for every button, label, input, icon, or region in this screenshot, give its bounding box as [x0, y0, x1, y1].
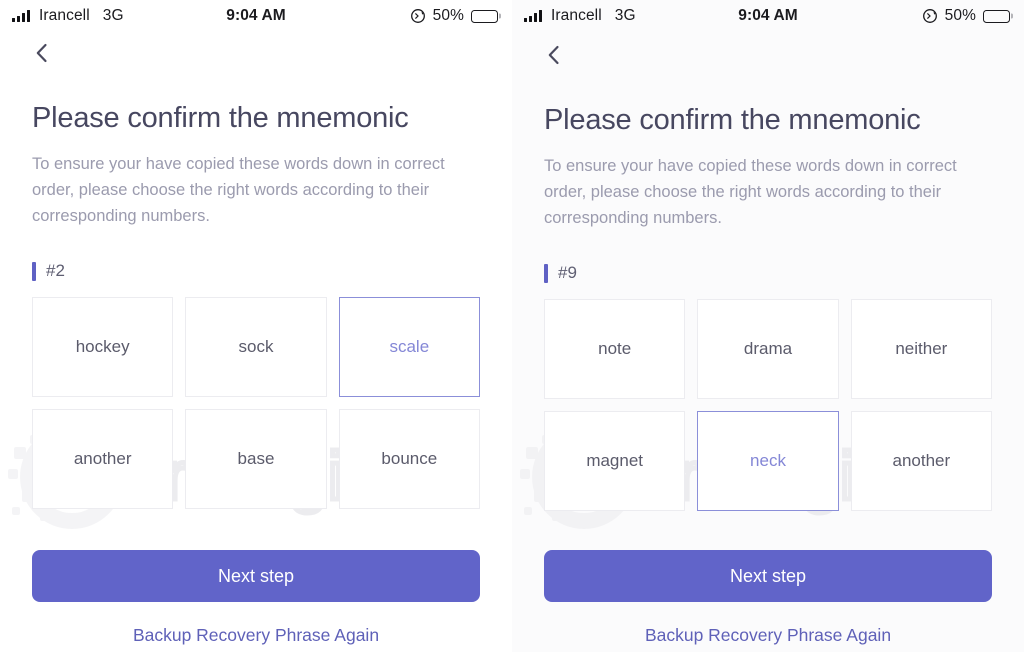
status-bar-right: 50% — [922, 7, 1010, 25]
phone-screen-left: Irancell 3G 9:04 AM 50% Please confirm t… — [0, 0, 512, 652]
battery-icon — [983, 9, 1010, 23]
word-tile[interactable]: drama — [697, 299, 839, 399]
status-bar-left: Irancell 3G — [524, 7, 636, 25]
word-tile[interactable]: bounce — [338, 409, 480, 509]
page-description: To ensure your have copied these words d… — [32, 155, 445, 225]
word-tile-selected[interactable]: scale — [338, 297, 480, 397]
word-tile-label: hockey — [75, 337, 130, 356]
word-choice-grid: note drama neither magnet neck another — [544, 299, 992, 511]
carrier-label: Irancell — [39, 7, 90, 24]
battery-percent-label: 50% — [432, 7, 464, 24]
word-index-label: #9 — [558, 263, 577, 282]
back-button[interactable] — [28, 40, 54, 66]
network-type-label: 3G — [102, 7, 124, 24]
word-choice-grid: hockey sock scale another base bounce — [32, 297, 480, 509]
word-tile[interactable]: note — [544, 299, 686, 399]
word-tile[interactable]: hockey — [32, 297, 174, 397]
word-tile[interactable]: magnet — [544, 411, 686, 511]
carrier-label: Irancell — [551, 7, 602, 24]
screen-content: Please confirm the mnemonic To ensure yo… — [0, 32, 512, 509]
footer-actions: Next step Backup Recovery Phrase Again — [544, 550, 992, 646]
nav-bar — [544, 34, 992, 76]
screenshot-root: Irancell 3G 9:04 AM 50% Please confirm t… — [0, 0, 1024, 652]
status-bar-left: Irancell 3G — [12, 7, 124, 25]
word-tile-label: neither — [895, 339, 948, 358]
word-tile[interactable]: another — [850, 411, 992, 511]
word-tile[interactable]: sock — [185, 297, 327, 397]
rotation-lock-icon — [922, 8, 938, 24]
word-tile-label: drama — [743, 339, 793, 358]
word-tile-label: another — [73, 449, 132, 468]
word-tile[interactable]: neither — [850, 299, 992, 399]
word-tile[interactable]: another — [32, 409, 174, 509]
word-index-label: #2 — [46, 261, 65, 280]
status-bar-right: 50% — [410, 7, 498, 25]
word-tile-label: sock — [238, 337, 274, 356]
word-index-row: #2 — [32, 261, 480, 281]
word-tile[interactable]: base — [185, 409, 327, 509]
signal-bars-icon — [12, 10, 30, 22]
rotation-lock-icon — [410, 8, 426, 24]
page-title: Please confirm the mnemonic — [544, 104, 921, 136]
word-tile-selected[interactable]: neck — [697, 411, 839, 511]
chevron-left-icon — [36, 43, 47, 63]
screen-content: Please confirm the mnemonic To ensure yo… — [512, 32, 1024, 511]
battery-percent-label: 50% — [944, 7, 976, 24]
phone-screen-right: Irancell 3G 9:04 AM 50% Please confirm t… — [512, 0, 1024, 652]
next-step-button[interactable]: Next step — [544, 550, 992, 602]
page-description: To ensure your have copied these words d… — [544, 157, 957, 227]
status-bar: Irancell 3G 9:04 AM 50% — [512, 0, 1024, 32]
word-tile-label: another — [892, 451, 951, 470]
signal-bars-icon — [524, 10, 542, 22]
footer-actions: Next step Backup Recovery Phrase Again — [32, 550, 480, 646]
network-type-label: 3G — [614, 7, 636, 24]
word-tile-label: note — [598, 339, 632, 358]
battery-icon — [471, 9, 498, 23]
next-step-button[interactable]: Next step — [32, 550, 480, 602]
nav-bar — [32, 32, 480, 74]
backup-recovery-phrase-link[interactable]: Backup Recovery Phrase Again — [32, 625, 480, 646]
word-tile-label: base — [237, 449, 275, 468]
backup-recovery-phrase-link[interactable]: Backup Recovery Phrase Again — [544, 625, 992, 646]
status-bar: Irancell 3G 9:04 AM 50% — [0, 0, 512, 32]
word-tile-label: neck — [750, 451, 786, 470]
word-index-row: #9 — [544, 263, 992, 283]
chevron-left-icon — [548, 45, 559, 65]
word-tile-label: bounce — [381, 449, 438, 468]
word-tile-label: magnet — [586, 451, 644, 470]
page-title: Please confirm the mnemonic — [32, 102, 409, 134]
word-tile-label: scale — [389, 337, 430, 356]
back-button[interactable] — [540, 42, 566, 68]
index-accent-bar — [32, 261, 36, 281]
index-accent-bar — [544, 263, 548, 283]
